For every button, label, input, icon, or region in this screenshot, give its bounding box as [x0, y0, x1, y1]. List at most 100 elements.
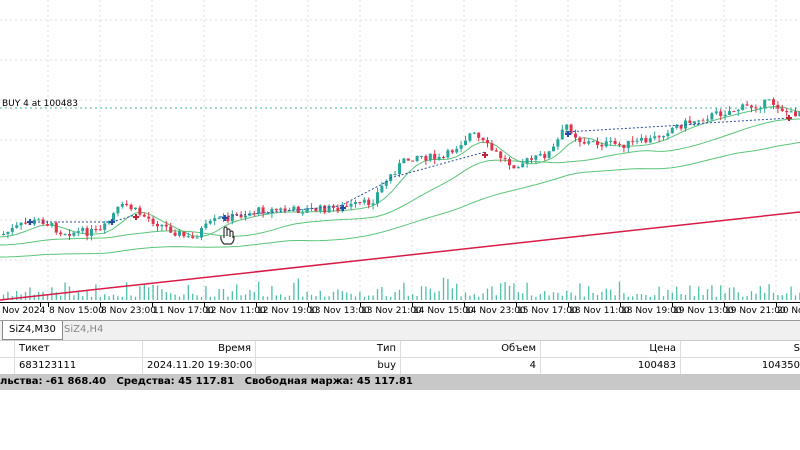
tab-siz4-m30[interactable]: SiZ4,M30 [2, 321, 63, 340]
table-row[interactable]: 683123111 2024.11.20 19:30:00 buy 4 1004… [0, 358, 800, 375]
tab-siz4-h4[interactable]: SiZ4,H4 [58, 321, 109, 339]
candle-body [85, 228, 89, 236]
candle-body [622, 144, 626, 149]
cell-ticket: 683123111 [14, 358, 142, 374]
candle-body [217, 217, 221, 219]
col-price[interactable]: Цена [540, 341, 680, 357]
candle-body [591, 141, 595, 143]
candle-body [134, 207, 137, 210]
candle-body [578, 137, 582, 143]
candle-body [543, 154, 547, 158]
candle-body [336, 207, 340, 212]
candle-body [59, 232, 63, 235]
candle-body [125, 203, 129, 205]
candle-body [780, 108, 784, 111]
candle-body [156, 223, 159, 227]
candle-body [657, 136, 661, 138]
candle-body [745, 104, 749, 106]
col-time[interactable]: Время [142, 341, 255, 357]
status-free-margin: Свободная маржа: 45 117.81 [244, 376, 413, 387]
candle-body [283, 208, 287, 211]
candle-body [653, 136, 657, 139]
trade-marker-icon [133, 214, 139, 220]
candle-body [345, 205, 349, 207]
ma-slow-line [0, 141, 800, 258]
candle-body [626, 140, 630, 149]
candle-body [2, 233, 5, 235]
candle-body [129, 204, 133, 210]
candle-body [186, 236, 190, 238]
candle-body [486, 140, 489, 144]
candle-body [666, 133, 670, 137]
candle-body [6, 231, 10, 234]
candle-body [582, 142, 586, 144]
candle-body [530, 158, 533, 160]
col-volume[interactable]: Объем [400, 341, 540, 357]
candle-body [732, 111, 736, 113]
candle-body [670, 127, 674, 134]
candle-body [37, 219, 41, 221]
order-line-label: BUY 4 at 100483 [2, 99, 78, 109]
candle-body [701, 120, 705, 122]
candle-body [195, 237, 199, 239]
candle-body [556, 139, 560, 147]
candle-body [468, 133, 472, 141]
candle-body [464, 140, 467, 146]
candle-body [525, 158, 529, 164]
account-status-bar: льства: -61 868.40 Средства: 45 117.81 С… [0, 374, 800, 390]
candle-body [257, 207, 261, 214]
cell-price: 100483 [540, 358, 680, 374]
cell-type: buy [255, 358, 400, 374]
candle-body [204, 223, 208, 229]
candle-body [116, 206, 120, 214]
candle-body [789, 111, 793, 113]
candle-body [142, 214, 146, 217]
candle-body [160, 224, 164, 227]
candle-body [719, 111, 723, 117]
candle-body [349, 203, 353, 207]
col-type[interactable]: Тип [255, 341, 400, 357]
candle-body [459, 145, 463, 149]
candle-body [692, 121, 696, 124]
candle-body [450, 150, 454, 153]
candle-body [81, 228, 85, 232]
candle-body [393, 174, 397, 176]
candle-body [274, 208, 278, 211]
candle-body [147, 216, 151, 219]
candle-body [569, 124, 573, 134]
candle-body [688, 120, 692, 124]
candle-body [631, 140, 635, 142]
candle-body [398, 163, 401, 175]
cell-time: 2024.11.20 19:30:00 [142, 358, 255, 374]
candle-body [477, 132, 481, 138]
candle-body [46, 224, 49, 226]
candle-body [19, 222, 23, 226]
candle-body [433, 153, 437, 160]
trade-link-line [389, 151, 486, 179]
col-sl[interactable]: S [680, 341, 800, 357]
candle-body [424, 155, 428, 161]
candle-body [490, 143, 494, 151]
candle-body [371, 203, 375, 205]
candle-body [266, 213, 269, 215]
col-ticket[interactable]: Тикет [14, 341, 142, 357]
candle-body [635, 140, 639, 142]
candle-body [512, 165, 516, 169]
candle-body [534, 155, 538, 160]
candle-body [191, 236, 195, 238]
candle-body [173, 232, 177, 236]
candle-body [182, 231, 186, 237]
candle-body [120, 203, 124, 207]
candle-body [723, 114, 727, 117]
price-chart[interactable] [0, 0, 800, 302]
candle-body [706, 119, 709, 121]
candle-body [200, 228, 203, 238]
cell-volume: 4 [400, 358, 540, 374]
candle-body [54, 222, 58, 233]
candle-body [230, 213, 234, 222]
candle-body [600, 144, 604, 147]
candle-body [508, 159, 511, 166]
candle-body [609, 140, 613, 142]
candle-body [574, 133, 577, 138]
candle-body [754, 107, 758, 109]
